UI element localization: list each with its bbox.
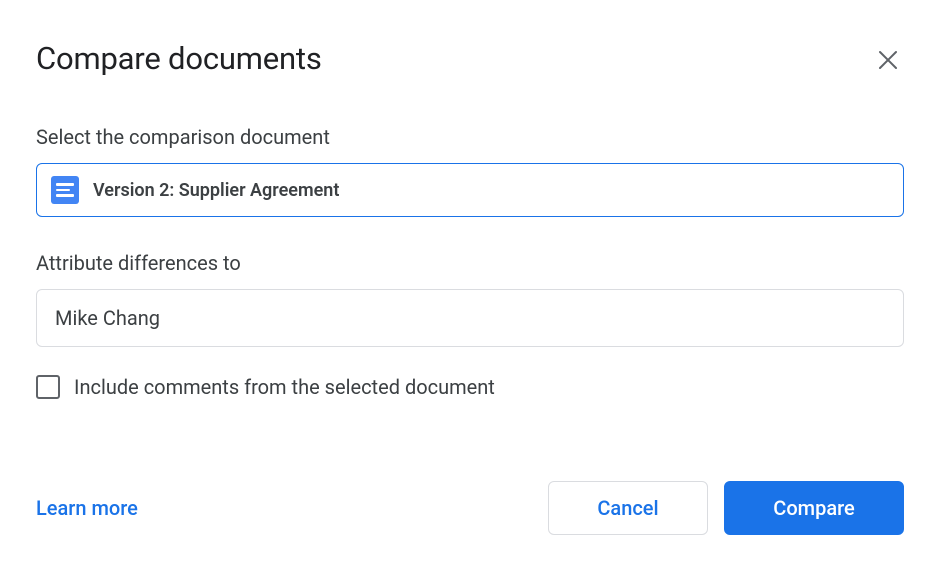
checkbox-icon: [36, 375, 60, 399]
select-document-label: Select the comparison document: [36, 125, 904, 149]
close-icon: [878, 50, 898, 70]
selected-document-name: Version 2: Supplier Agreement: [93, 180, 339, 201]
cancel-button[interactable]: Cancel: [548, 481, 708, 535]
include-comments-label: Include comments from the selected docum…: [74, 375, 495, 399]
google-doc-icon: [51, 176, 79, 204]
close-button[interactable]: [874, 46, 902, 74]
dialog-footer: Learn more Cancel Compare: [36, 481, 904, 535]
button-group: Cancel Compare: [548, 481, 904, 535]
include-comments-checkbox-row[interactable]: Include comments from the selected docum…: [36, 375, 904, 399]
attribute-label: Attribute differences to: [36, 251, 904, 275]
learn-more-link[interactable]: Learn more: [36, 496, 138, 520]
dialog-title: Compare documents: [36, 40, 322, 77]
attribute-input[interactable]: [36, 289, 904, 347]
document-selector[interactable]: Version 2: Supplier Agreement: [36, 163, 904, 217]
dialog-header: Compare documents: [36, 40, 904, 77]
compare-button[interactable]: Compare: [724, 481, 904, 535]
